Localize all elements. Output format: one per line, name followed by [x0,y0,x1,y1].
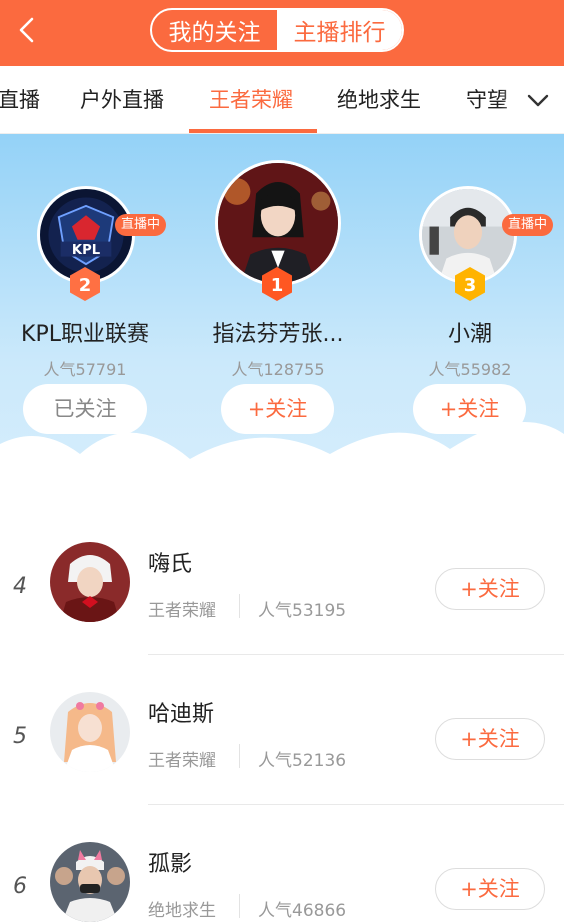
hexagon-rank-icon: 1 [262,267,292,301]
divider [239,894,240,918]
hexagon-rank-icon: 2 [70,267,100,301]
row-separator [148,804,564,805]
top-bar: 我的关注 主播排行 [0,0,564,66]
avatar[interactable] [50,842,130,922]
active-tab-indicator [189,129,317,133]
anchor-portrait-icon [50,542,130,622]
follow-button[interactable]: +关注 [435,868,545,910]
popularity: 人气57791 [43,360,127,379]
divider [239,594,240,618]
svg-text:3: 3 [464,275,477,296]
rank-badge: 3 [454,266,486,302]
more-categories-button[interactable] [524,86,552,114]
category-tab-pubg[interactable]: 绝地求生 [337,66,421,133]
anchor-category: 王者荣耀 [148,751,216,771]
svg-text:1: 1 [271,275,284,296]
svg-text:2: 2 [79,275,92,296]
category-tab-live[interactable]: 直播 [0,66,40,133]
row-separator [148,654,564,655]
list-item[interactable]: 4 嗨氏 王者荣耀 人气53195 +关注 [0,514,564,664]
live-badge: 直播中 [502,214,554,236]
rank-number: 6 [13,874,27,899]
top-three-podium: KPL 直播中 2 KPL职业联赛 人气57791 已关注 1 指法芬芳张...… [0,134,564,514]
follow-button[interactable]: +关注 [435,568,545,610]
rank-number: 5 [13,724,27,749]
back-arrow-icon [19,17,34,43]
list-item[interactable]: 5 哈迪斯 王者荣耀 人气52136 +关注 [0,664,564,814]
popularity: 人气52136 [258,751,347,771]
anchor-category: 绝地求生 [148,901,216,921]
popularity: 人气53195 [258,601,347,621]
podium-item-3: 直播中 3 小潮 人气55982 +关注 [376,134,564,454]
anchor-name: 小潮 [447,322,492,347]
list-item[interactable]: 6 孤影 绝地求生 人气46866 +关注 [0,814,564,922]
podium-item-2: KPL 直播中 2 KPL职业联赛 人气57791 已关注 [0,134,179,454]
category-tab-honor-of-kings[interactable]: 王者荣耀 [209,66,293,133]
anchor-portrait-icon [50,842,130,922]
chevron-down-icon [527,94,549,107]
anchor-portrait-icon [218,163,338,283]
anchor-name: KPL职业联赛 [21,322,149,347]
tab-anchor-ranking[interactable]: 主播排行 [277,10,402,50]
category-tab-outdoor[interactable]: 户外直播 [80,66,164,133]
cloud-divider-icon [0,422,564,514]
follow-button[interactable]: +关注 [435,718,545,760]
category-tabs: 直播 户外直播 王者荣耀 绝地求生 守望 [0,66,564,134]
back-button[interactable] [12,14,44,46]
segmented-control: 我的关注 主播排行 [150,8,404,52]
svg-text:KPL: KPL [72,243,100,258]
hexagon-rank-icon: 3 [455,267,485,301]
anchor-name: 哈迪斯 [148,702,215,727]
tab-my-follows[interactable]: 我的关注 [152,10,277,50]
popularity: 人气128755 [231,360,325,379]
rank-number: 4 [13,574,27,599]
podium-item-1: 1 指法芬芳张... 人气128755 +关注 [184,134,372,454]
live-badge: 直播中 [115,214,167,236]
popularity: 人气55982 [428,360,512,379]
rank-badge: 2 [69,266,101,302]
avatar[interactable] [50,542,130,622]
anchor-category: 王者荣耀 [148,601,216,621]
divider [239,744,240,768]
anchor-name: 嗨氏 [148,552,193,577]
anchor-name: 孤影 [148,852,193,877]
popularity: 人气46866 [258,901,347,921]
rank-badge: 1 [261,266,293,302]
anchor-name: 指法芬芳张... [212,322,344,347]
avatar[interactable] [50,692,130,772]
anchor-portrait-icon [50,692,130,772]
